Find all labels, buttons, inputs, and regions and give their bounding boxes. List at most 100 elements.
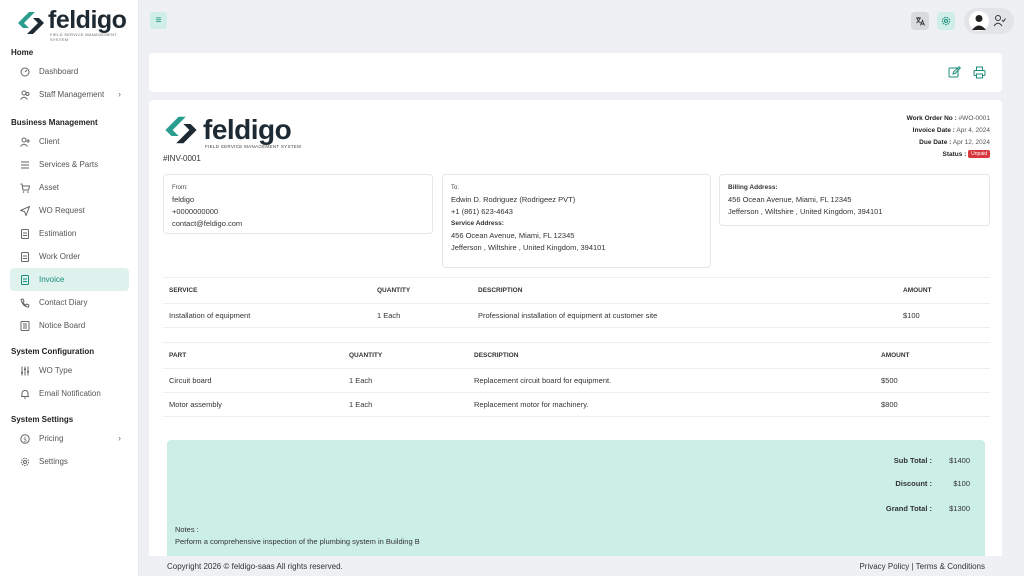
meta-label: Work Order No : [906,115,957,122]
meta-label: Due Date : [919,139,952,146]
grand-total-row: Grand Total : $1300 [872,504,970,513]
part-amount: $800 [875,392,990,417]
column-header: QUANTITY [343,342,468,369]
sidebar-item-label: Services & Parts [39,160,99,169]
sidebar-item-label: WO Request [39,206,85,215]
sidebar-item-label: Client [39,137,60,146]
sidebar-item-label: Work Order [39,252,81,261]
discount-row: Discount : $100 [872,479,970,488]
edit-icon[interactable] [948,66,961,79]
sidebar-nav: Home Dashboard Staff Management › Busine… [0,46,139,473]
document-icon [20,252,30,262]
translate-button[interactable] [911,12,929,30]
billing-address-line2: Jefferson , Wiltshire , United Kingdom, … [728,207,883,216]
table-header-row: SERVICE QUANTITY DESCRIPTION AMOUNT [163,277,990,304]
sidebar-item-wo-request[interactable]: WO Request [10,199,129,222]
sidebar-item-asset[interactable]: Asset [10,176,129,199]
footer-separator: | [911,562,914,571]
column-header: SERVICE [163,277,371,304]
sidebar-item-services-parts[interactable]: Services & Parts [10,153,129,176]
cart-icon [20,183,30,193]
grand-total-label: Grand Total : [885,504,932,513]
sidebar-item-staff-management[interactable]: Staff Management › [10,83,129,106]
service-description: Professional installation of equipment a… [472,303,897,328]
invoice-number: #INV-0001 [163,154,201,163]
invoice-actions-bar [149,53,1002,92]
sidebar-item-email-notification[interactable]: Email Notification [10,382,129,405]
pricing-icon: $ [20,434,30,444]
from-box: From: feldigo +0000000000 contact@feldig… [163,174,433,234]
logo-mark-icon [18,12,44,34]
footer-links: Privacy Policy | Terms & Conditions [859,562,985,571]
copyright-text: Copyright 2026 © feldigo-saas All rights… [167,562,343,571]
from-label: From: [172,185,188,191]
from-email: contact@feldigo.com [172,219,243,228]
sidebar-item-pricing[interactable]: $ Pricing › [10,427,129,450]
to-box: To: Edwin D. Rodriguez (Rodrigeez PVT) +… [442,174,711,268]
print-icon[interactable] [973,66,986,79]
services-table: SERVICE QUANTITY DESCRIPTION AMOUNT Inst… [163,277,990,328]
sidebar-item-label: Asset [39,183,60,192]
sidebar-item-contact-diary[interactable]: Contact Diary [10,291,129,314]
user-menu[interactable] [964,8,1014,34]
terms-link[interactable]: Terms & Conditions [916,562,985,571]
notes-label: Notes : [175,525,199,534]
service-amount: $100 [897,303,990,328]
sidebar-item-notice-board[interactable]: Notice Board [10,314,129,337]
settings-button[interactable] [937,12,955,30]
section-system-configuration: System Configuration [11,347,95,356]
notes-text: Perform a comprehensive inspection of th… [175,537,420,546]
work-order-number: #WO-0001 [958,115,990,122]
sidebar-item-label: Email Notification [39,389,101,398]
sidebar-item-settings[interactable]: Settings [10,450,129,473]
part-quantity: 1 Each [343,392,468,417]
subtotal-row: Sub Total : $1400 [872,456,970,465]
gear-icon [20,457,30,467]
service-name: Installation of equipment [163,303,371,328]
sidebar-item-label: Contact Diary [39,298,88,307]
send-icon [20,206,30,216]
subtotal-label: Sub Total : [893,456,932,465]
invoice-icon [20,275,30,285]
svg-text:$: $ [23,436,27,443]
sidebar-item-label: Dashboard [39,67,79,76]
column-header: DESCRIPTION [472,277,897,304]
section-system-settings: System Settings [11,415,74,424]
sidebar-item-dashboard[interactable]: Dashboard [10,60,129,83]
chevron-right-icon: › [118,89,121,99]
sidebar-item-label: Notice Board [39,321,86,330]
billing-address-line1: 456 Ocean Avenue, Miami, FL 12345 [728,195,852,204]
bell-icon [20,389,30,399]
sidebar-item-client[interactable]: Client [10,130,129,153]
invoice-brand-tagline: Field Service Management System [205,144,302,149]
menu-toggle-button[interactable]: ≡ [150,12,167,29]
parts-table: PART QUANTITY DESCRIPTION AMOUNT Circuit… [163,342,990,417]
avatar [969,11,989,31]
sidebar-item-wo-type[interactable]: WO Type [10,359,129,382]
brand-name: feldigo [48,6,127,34]
part-description: Replacement motor for machinery. [468,392,875,417]
subtotal-value: $1400 [949,456,970,465]
invoice-brand-name: feldigo [203,114,292,145]
sidebar-item-label: Pricing [39,434,64,443]
billing-address-label: Billing Address: [728,184,778,191]
table-row: Circuit board 1 Each Replacement circuit… [163,368,990,393]
sidebar-item-estimation[interactable]: Estimation [10,222,129,245]
section-business-management: Business Management [11,118,98,127]
column-header: DESCRIPTION [468,342,875,369]
sidebar-item-work-order[interactable]: Work Order [10,245,129,268]
part-description: Replacement circuit board for equipment. [468,368,875,393]
gear-icon [941,16,951,26]
to-label: To: [451,185,460,191]
sidebar-item-label: WO Type [39,366,73,375]
part-name: Motor assembly [163,392,343,417]
service-quantity: 1 Each [371,303,472,328]
sidebar-item-invoice[interactable]: Invoice [10,268,129,291]
dashboard-icon [20,67,30,77]
list-icon [20,160,30,170]
column-header: AMOUNT [875,342,990,369]
brand-logo[interactable]: feldigo Field Service Management System [16,6,134,42]
due-date: Apr 12, 2024 [952,139,990,146]
billing-box: Billing Address: 456 Ocean Avenue, Miami… [719,174,990,226]
privacy-policy-link[interactable]: Privacy Policy [859,562,909,571]
